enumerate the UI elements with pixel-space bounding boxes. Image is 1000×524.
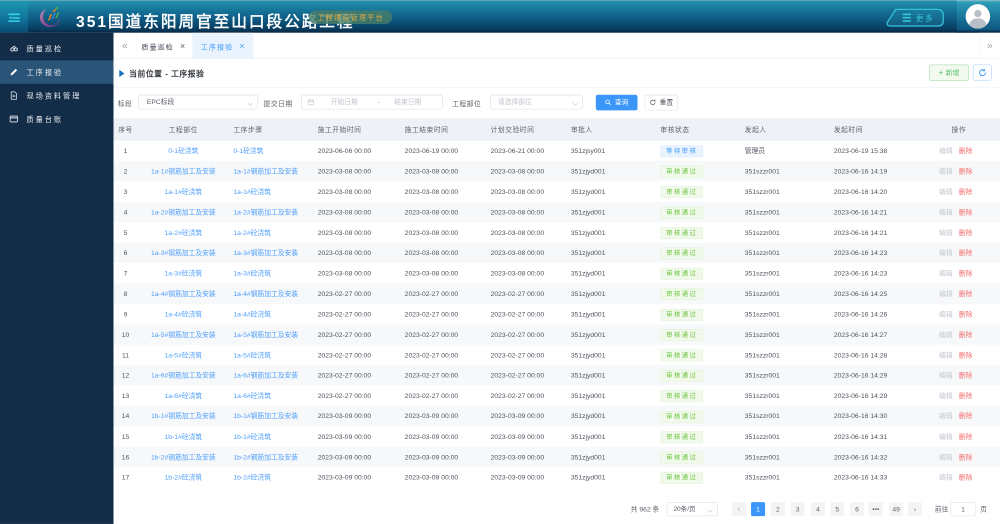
svg-text:更多: 更多 (916, 13, 935, 23)
